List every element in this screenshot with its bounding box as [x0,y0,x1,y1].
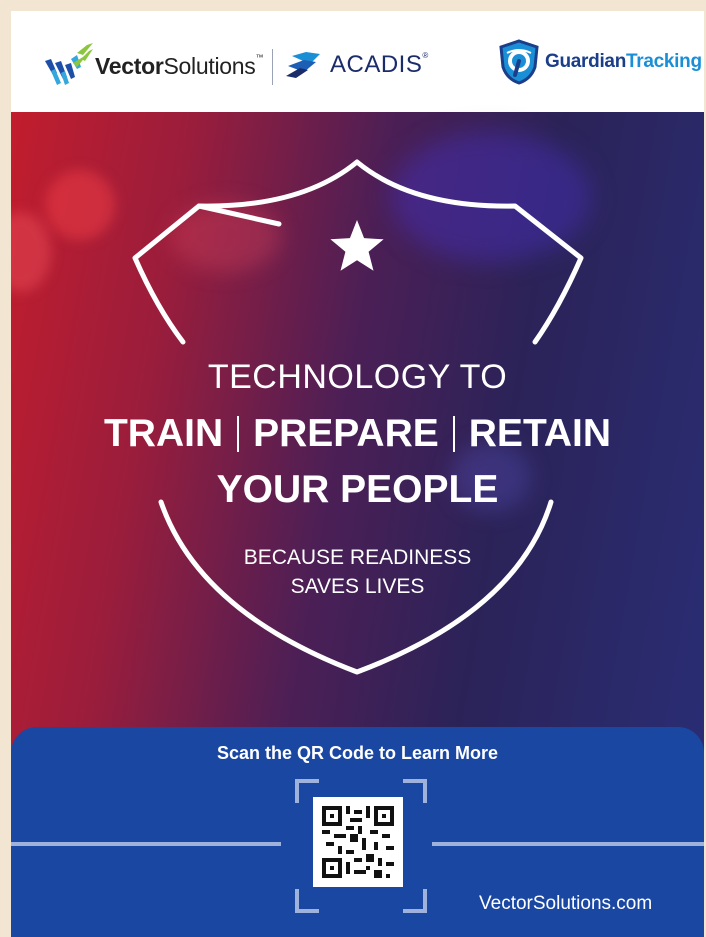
logo-separator [272,49,273,85]
acadis-logo: ACADIS® [286,45,429,85]
qr-code[interactable] [313,797,403,887]
cta-panel: Scan the QR Code to Learn More VectorSol… [11,727,704,937]
qr-frame-corner [403,889,427,913]
star-icon [330,220,384,271]
tagline-line-1: BECAUSE READINESS [243,546,472,569]
headline-divider [237,416,240,452]
logo-header: VectorSolutions™ ACADIS® GuardianTrackin… [11,11,704,112]
headline-line-2: TRAIN PREPARE RETAIN [11,412,704,456]
vector-solutions-logo: VectorSolutions™ [43,41,263,91]
headline-divider [452,416,455,452]
guardian-shield-icon [499,39,539,85]
decorative-line-left [11,842,281,846]
acadis-wordmark: ACADIS® [330,51,429,78]
headline-train: TRAIN [103,412,224,455]
vector-solutions-mark-icon [45,43,93,85]
cta-title: Scan the QR Code to Learn More [216,743,499,763]
guardian-tracking-logo: GuardianTracking [497,39,702,85]
tagline-line-2: SAVES LIVES [290,575,425,598]
website-link[interactable]: VectorSolutions.com [479,893,652,915]
vector-solutions-wordmark: VectorSolutions™ [95,52,264,79]
headline-line-3: YOUR PEOPLE [216,468,499,511]
acadis-wing-icon [286,52,320,78]
qr-frame-corner [295,889,319,913]
headline-prepare: PREPARE [253,412,439,455]
qr-code-icon [322,806,394,878]
qr-frame-corner [403,779,427,803]
headline-line-1: TECHNOLOGY TO [207,358,508,396]
decorative-line-right [432,842,704,846]
advertisement: VectorSolutions™ ACADIS® GuardianTrackin… [11,11,704,937]
headline-retain: RETAIN [468,412,612,455]
hero-section: TECHNOLOGY TO TRAIN PREPARE RETAIN YOUR … [11,112,704,937]
guardian-tracking-wordmark: GuardianTracking [545,51,702,72]
